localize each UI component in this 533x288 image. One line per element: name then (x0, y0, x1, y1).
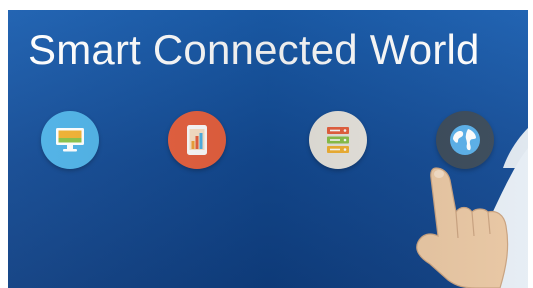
pointing-hand-illustration (416, 128, 528, 288)
desktop-monitor-icon (41, 111, 99, 169)
mobile-chart-icon (168, 111, 226, 169)
banner: Smart Connected World (8, 10, 528, 288)
banner-title: Smart Connected World (28, 26, 480, 73)
server-rack-icon (309, 111, 367, 169)
